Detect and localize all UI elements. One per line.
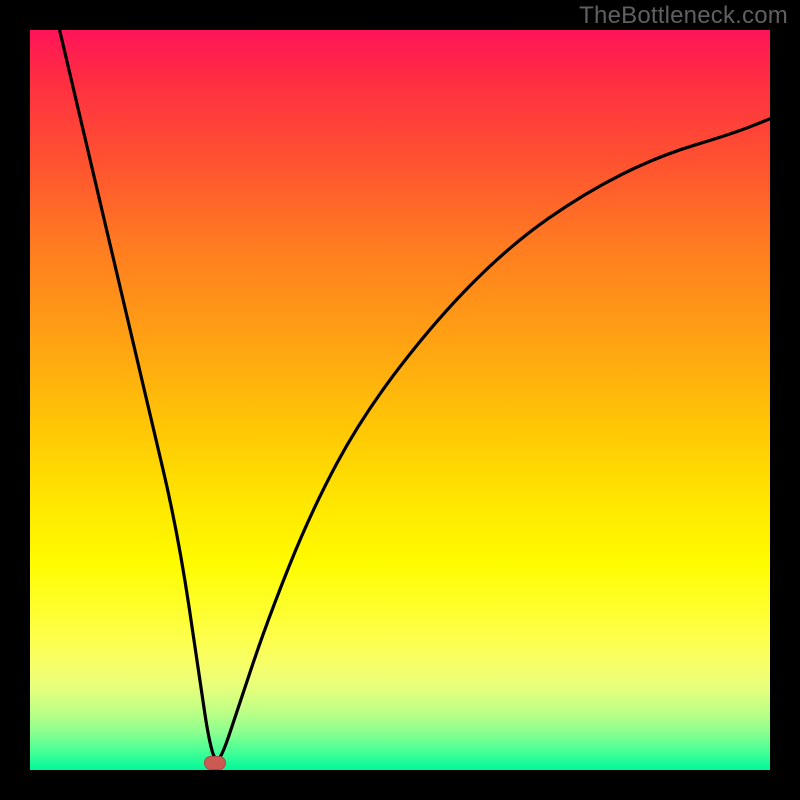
minimum-marker: [204, 756, 226, 770]
plot-area: [30, 30, 770, 770]
watermark-text: TheBottleneck.com: [579, 2, 788, 30]
bottleneck-curve: [60, 30, 770, 760]
chart-frame: TheBottleneck.com: [0, 0, 800, 800]
curve-svg: [30, 30, 770, 770]
